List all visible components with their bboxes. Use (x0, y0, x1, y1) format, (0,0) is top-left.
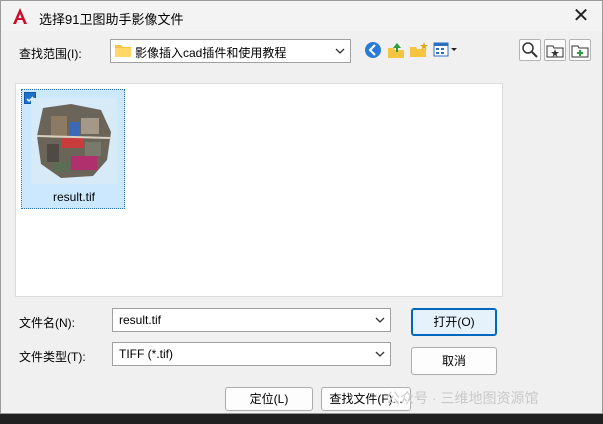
cancel-button[interactable]: 取消 (411, 347, 497, 375)
add-favorite-icon (571, 45, 589, 58)
filename-value: result.tif (119, 313, 162, 327)
list-item[interactable]: result.tif (21, 89, 125, 209)
file-list[interactable]: result.tif (15, 83, 503, 297)
chevron-down-icon (375, 351, 385, 357)
search-web-button[interactable] (519, 39, 541, 61)
chevron-down-icon (335, 48, 345, 54)
search-icon (522, 42, 538, 58)
aerial-image-thumbnail (31, 98, 117, 184)
back-icon[interactable] (363, 40, 383, 60)
locate-button[interactable]: 定位(L) (225, 387, 313, 411)
filename-label: 文件名(N): (19, 316, 75, 330)
favorites-button[interactable] (544, 39, 566, 61)
open-button[interactable]: 打开(O) (411, 308, 497, 336)
filetype-value: TIFF (*.tif) (119, 347, 173, 361)
watermark-text: 公众号 · 三维地图资源馆 (386, 390, 539, 406)
lookin-value: 影像插入cad插件和使用教程 (135, 46, 287, 60)
chevron-down-icon[interactable] (374, 313, 386, 327)
favorites-icon (546, 45, 564, 58)
filetype-select[interactable]: TIFF (*.tif) (112, 342, 391, 366)
views-icon[interactable] (433, 40, 459, 60)
filetype-label: 文件类型(T): (19, 350, 86, 364)
close-button[interactable]: ✕ (570, 5, 592, 27)
folder-icon (115, 45, 131, 57)
lookin-label: 查找范围(I): (19, 47, 82, 61)
up-folder-icon[interactable] (386, 40, 406, 60)
title-bar: 选择91卫图助手影像文件 ✕ (1, 1, 602, 31)
autocad-logo-icon (13, 8, 27, 24)
new-folder-icon[interactable] (409, 40, 429, 60)
file-name-label: result.tif (52, 190, 95, 204)
add-favorite-button[interactable] (569, 39, 591, 61)
window-title: 选择91卫图助手影像文件 (39, 12, 184, 27)
file-dialog: 选择91卫图助手影像文件 ✕ 查找范围(I): 影像插入cad插件和使用教程 r… (0, 0, 603, 414)
filename-input[interactable]: result.tif (112, 308, 391, 332)
lookin-combo[interactable]: 影像插入cad插件和使用教程 (110, 39, 351, 63)
